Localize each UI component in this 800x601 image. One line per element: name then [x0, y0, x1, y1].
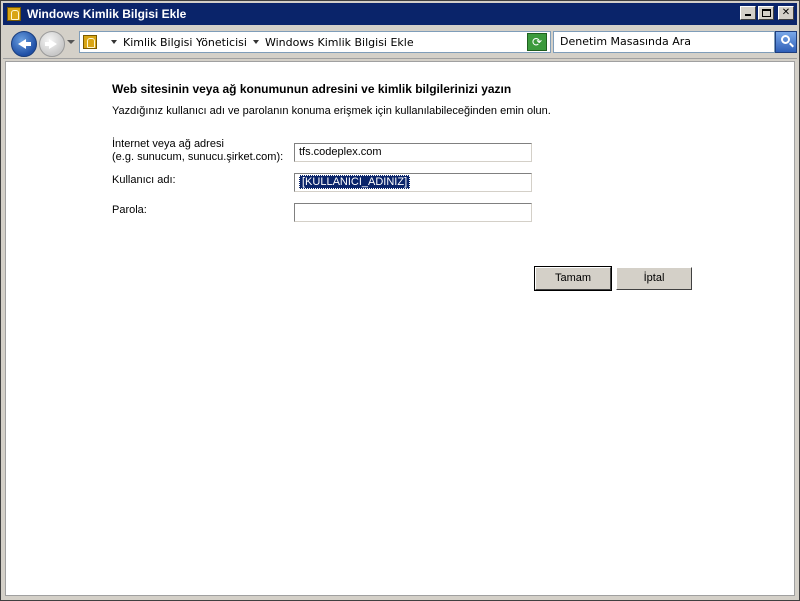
username-value: [KULLANICI_ADINIZ]	[299, 175, 411, 189]
refresh-button[interactable]: ⟳	[527, 33, 547, 51]
window-controls: ✕	[740, 6, 794, 20]
maximize-button[interactable]	[758, 6, 774, 20]
maximize-icon	[762, 9, 771, 17]
chevron-down-icon[interactable]	[111, 40, 117, 44]
address-label-line2: (e.g. sunucum, sunucu.şirket.com):	[112, 151, 284, 163]
cancel-button[interactable]: İptal	[616, 267, 692, 290]
chevron-down-icon[interactable]	[252, 40, 259, 44]
minimize-icon	[745, 14, 751, 16]
credential-window: Windows Kimlik Bilgisi Ekle ✕ Kimlik Bil…	[0, 0, 800, 601]
search-button[interactable]	[775, 31, 797, 53]
username-label: Kullanıcı adı:	[112, 174, 176, 186]
credential-vault-icon	[83, 35, 97, 49]
ok-button[interactable]: Tamam	[534, 266, 612, 291]
breadcrumb-add-windows-credential[interactable]: Windows Kimlik Bilgisi Ekle	[265, 36, 414, 49]
close-button[interactable]: ✕	[778, 6, 794, 20]
username-field[interactable]: [KULLANICI_ADINIZ]	[294, 173, 532, 192]
password-field[interactable]	[294, 203, 532, 222]
credential-vault-icon	[7, 7, 21, 21]
search-input[interactable]: Denetim Masasında Ara	[553, 31, 775, 53]
address-field[interactable]: tfs.codeplex.com	[294, 143, 532, 162]
navigation-bar: Kimlik Bilgisi Yöneticisi Windows Kimlik…	[3, 27, 797, 59]
close-icon: ✕	[781, 7, 791, 18]
title-bar: Windows Kimlik Bilgisi Ekle ✕	[3, 3, 797, 25]
forward-button[interactable]	[39, 31, 65, 57]
recent-pages-dropdown-icon[interactable]	[67, 40, 75, 44]
page-description: Yazdığınız kullanıcı adı ve parolanın ko…	[112, 105, 551, 117]
password-label: Parola:	[112, 204, 147, 216]
refresh-icon: ⟳	[531, 35, 543, 49]
address-value: tfs.codeplex.com	[299, 146, 382, 158]
window-title: Windows Kimlik Bilgisi Ekle	[27, 7, 187, 21]
address-bar[interactable]: Kimlik Bilgisi Yöneticisi Windows Kimlik…	[79, 31, 551, 53]
address-label-line1: İnternet veya ağ adresi	[112, 138, 224, 150]
page-title: Web sitesinin veya ağ konumunun adresini…	[112, 82, 512, 96]
back-button[interactable]	[11, 31, 37, 57]
address-label: İnternet veya ağ adresi (e.g. sunucum, s…	[112, 138, 283, 164]
main-content: Web sitesinin veya ağ konumunun adresini…	[5, 61, 795, 596]
minimize-button[interactable]	[740, 6, 756, 20]
breadcrumb-credential-manager[interactable]: Kimlik Bilgisi Yöneticisi	[123, 36, 247, 49]
